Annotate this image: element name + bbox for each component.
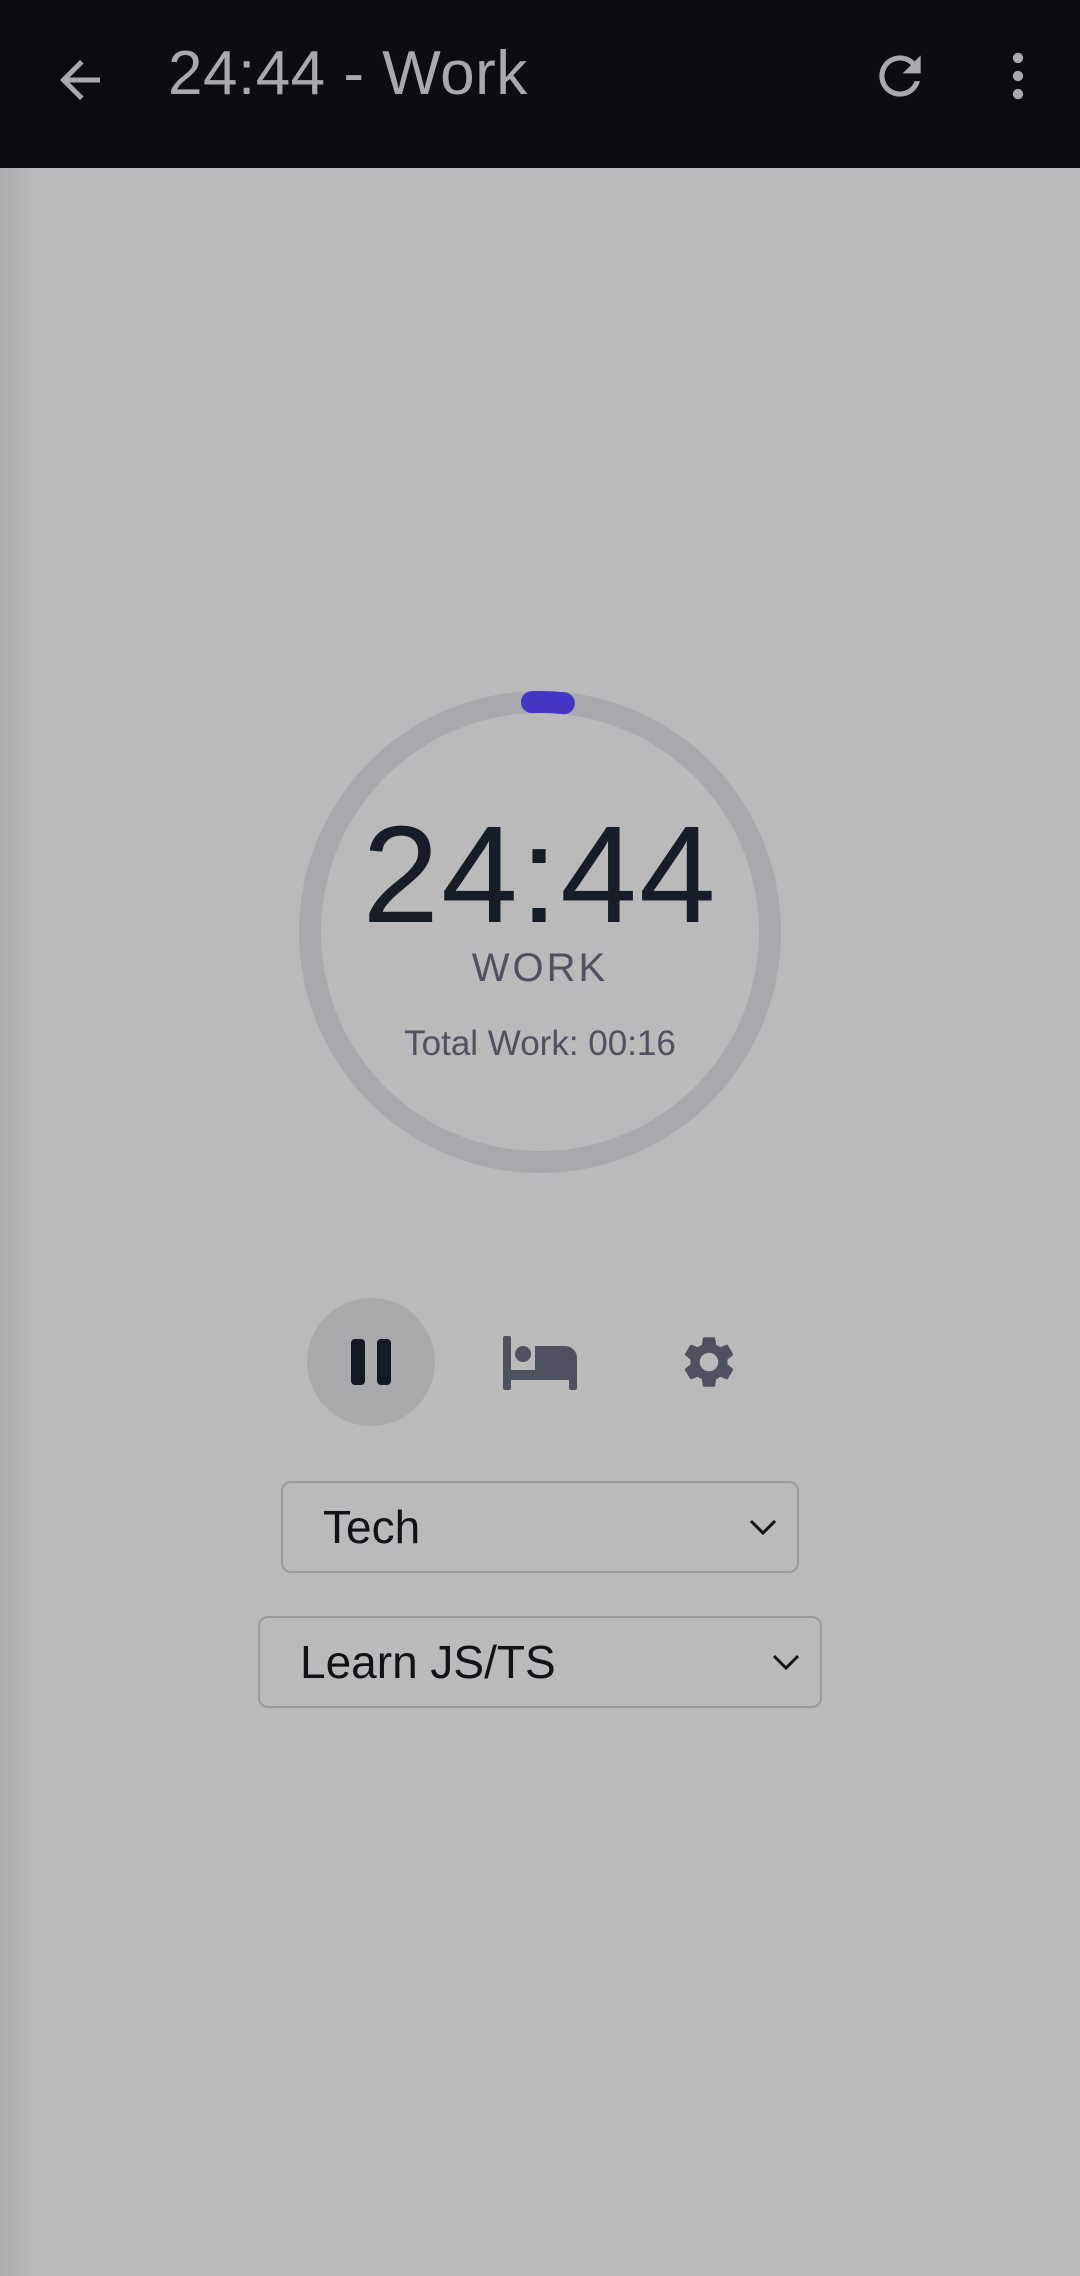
pause-icon	[351, 1339, 391, 1385]
refresh-button[interactable]	[860, 36, 940, 116]
settings-button[interactable]	[645, 1298, 773, 1426]
page-title: 24:44 - Work	[168, 39, 528, 108]
category-select-value: Tech	[323, 1501, 421, 1553]
timer-dial: 24:44 WORK Total Work: 00:16	[296, 688, 784, 1176]
category-select[interactable]: Tech	[281, 1481, 799, 1573]
back-button[interactable]	[40, 40, 120, 120]
pause-button[interactable]	[307, 1298, 435, 1426]
chevron-down-icon	[766, 1642, 806, 1682]
refresh-icon	[879, 55, 921, 97]
main-content	[0, 168, 1080, 2276]
break-button[interactable]	[476, 1298, 604, 1426]
gear-icon	[684, 1337, 734, 1387]
drawer-edge-shadow	[0, 168, 34, 2276]
arrow-left-icon	[60, 60, 100, 100]
overflow-menu-button[interactable]	[978, 36, 1058, 116]
progress-ring-fill	[520, 691, 575, 715]
timer-controls	[0, 1298, 1080, 1426]
bed-icon	[503, 1336, 577, 1390]
task-select[interactable]: Learn JS/TS	[258, 1616, 822, 1708]
phase-label: WORK	[471, 946, 609, 990]
timer-countdown: 24:44	[362, 798, 718, 952]
total-work-label: Total Work: 00:16	[404, 1024, 676, 1063]
chevron-down-icon	[743, 1507, 783, 1547]
task-select-value: Learn JS/TS	[300, 1636, 556, 1688]
more-vertical-icon	[1012, 52, 1024, 100]
app-top-bar: 24:44 - Work	[0, 0, 1080, 168]
